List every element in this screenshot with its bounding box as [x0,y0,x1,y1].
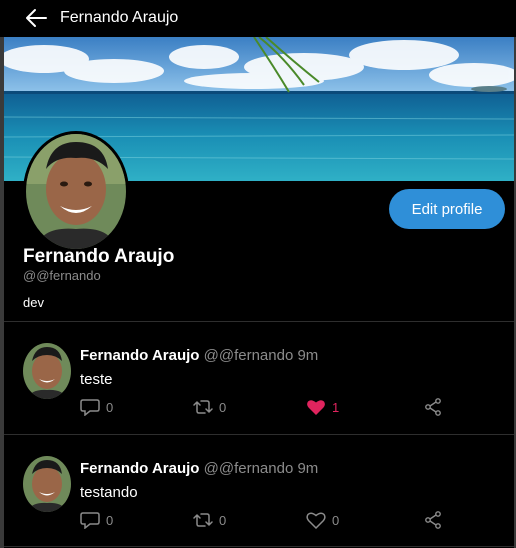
reply-button[interactable]: 0 [80,509,113,531]
back-button[interactable] [24,7,48,29]
tweet-handle: @@fernando [203,347,294,364]
divider [4,546,514,547]
retweet-button[interactable]: 0 [193,509,226,531]
top-bar: Fernando Araujo [0,0,516,37]
profile-handle: @@fernando [23,268,101,283]
tweet-text: testando [80,484,138,501]
share-button[interactable] [423,396,443,418]
tweet-time: 9m [297,460,319,477]
retweet-icon [193,400,213,414]
profile-bio: dev [23,295,44,310]
retweet-count: 0 [219,512,227,528]
tweet-item[interactable]: Fernando Araujo @@fernando 9m testando 0… [4,435,514,547]
tweet-text: teste [80,371,113,388]
reply-button[interactable]: 0 [80,396,113,418]
tweet-handle: @@fernando [203,460,294,477]
like-button[interactable]: 0 [306,509,339,531]
reply-icon [80,399,100,416]
tweet-item[interactable]: Fernando Araujo @@fernando 9m teste 0 0 … [4,322,514,434]
tweet-time: 9m [297,347,319,364]
retweet-icon [193,513,213,527]
tweet-author[interactable]: Fernando Araujo [80,347,199,364]
tweet-author[interactable]: Fernando Araujo [80,460,199,477]
profile-name: Fernando Araujo [23,246,175,267]
like-count: 1 [332,399,340,415]
like-button[interactable]: 1 [306,396,339,418]
tweet-header: Fernando Araujo @@fernando 9m [80,347,318,365]
heart-filled-icon [307,400,325,415]
share-icon [425,511,441,529]
profile-avatar[interactable] [23,131,129,252]
retweet-button[interactable]: 0 [193,396,226,418]
tweet-header: Fernando Araujo @@fernando 9m [80,460,318,478]
reply-icon [80,512,100,529]
tweet-avatar[interactable] [23,456,71,512]
retweet-count: 0 [219,399,227,415]
share-icon [425,398,441,416]
like-count: 0 [332,512,340,528]
header-title: Fernando Araujo [60,9,179,26]
share-button[interactable] [423,509,443,531]
arrow-left-icon [26,9,47,27]
heart-outline-icon [306,512,326,529]
reply-count: 0 [106,512,114,528]
reply-count: 0 [106,399,114,415]
edit-profile-button[interactable]: Edit profile [389,189,505,229]
tweet-avatar[interactable] [23,343,71,399]
